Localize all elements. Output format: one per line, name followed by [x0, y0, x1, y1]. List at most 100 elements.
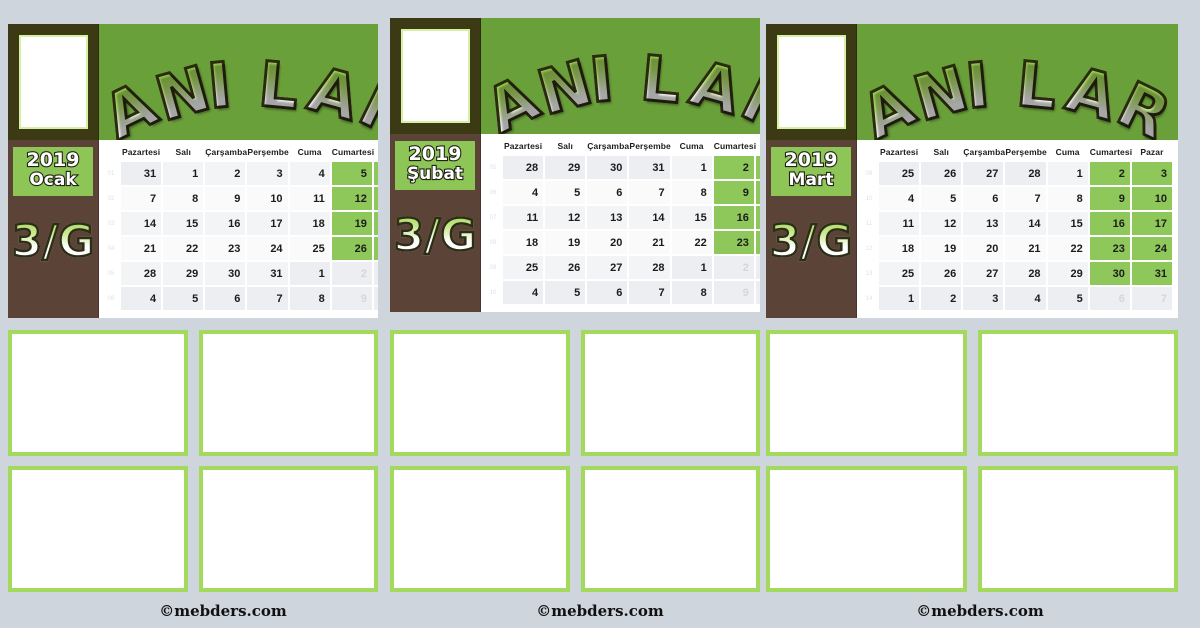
day-cell[interactable]: 6 — [963, 187, 1004, 210]
day-cell[interactable]: 15 — [163, 212, 204, 235]
day-cell[interactable]: 31 — [629, 156, 670, 179]
day-cell[interactable]: 10 — [247, 187, 288, 210]
day-cell[interactable]: 29 — [1047, 262, 1088, 285]
day-cell[interactable]: 22 — [163, 237, 204, 260]
day-cell[interactable]: 12 — [331, 187, 372, 210]
day-cell[interactable]: 7 — [247, 287, 288, 310]
day-cell[interactable]: 1 — [289, 262, 330, 285]
day-cell[interactable]: 3 — [755, 256, 760, 279]
day-cell[interactable]: 6 — [373, 162, 378, 185]
day-cell[interactable]: 26 — [921, 262, 962, 285]
day-cell[interactable]: 14 — [629, 206, 670, 229]
day-cell[interactable]: 10 — [373, 287, 378, 310]
day-cell[interactable]: 7 — [629, 281, 670, 304]
day-cell[interactable]: 3 — [373, 262, 378, 285]
day-cell[interactable]: 29 — [163, 262, 204, 285]
day-cell[interactable]: 4 — [503, 281, 544, 304]
day-cell[interactable]: 4 — [879, 187, 920, 210]
day-cell[interactable]: 30 — [205, 262, 246, 285]
photo-frame[interactable] — [766, 330, 967, 456]
day-cell[interactable]: 25 — [879, 262, 920, 285]
day-cell[interactable]: 2 — [1089, 162, 1130, 185]
day-cell[interactable]: 19 — [545, 231, 586, 254]
day-cell[interactable]: 30 — [1089, 262, 1130, 285]
day-cell[interactable]: 21 — [629, 231, 670, 254]
day-cell[interactable]: 16 — [1089, 212, 1130, 235]
day-cell[interactable]: 3 — [1131, 162, 1172, 185]
day-cell[interactable]: 9 — [331, 287, 372, 310]
day-cell[interactable]: 26 — [545, 256, 586, 279]
day-cell[interactable]: 1 — [879, 287, 920, 310]
day-cell[interactable]: 29 — [545, 156, 586, 179]
day-cell[interactable]: 4 — [289, 162, 330, 185]
day-cell[interactable]: 9 — [713, 281, 754, 304]
day-cell[interactable]: 28 — [121, 262, 162, 285]
day-cell[interactable]: 25 — [289, 237, 330, 260]
day-cell[interactable]: 5 — [545, 181, 586, 204]
day-cell[interactable]: 5 — [331, 162, 372, 185]
photo-frame[interactable] — [8, 466, 188, 592]
day-cell[interactable]: 2 — [713, 156, 754, 179]
day-cell[interactable]: 11 — [289, 187, 330, 210]
day-cell[interactable]: 6 — [587, 281, 628, 304]
day-cell[interactable]: 28 — [503, 156, 544, 179]
day-cell[interactable]: 11 — [879, 212, 920, 235]
day-cell[interactable]: 15 — [1047, 212, 1088, 235]
photo-frame[interactable] — [580, 330, 760, 456]
day-cell[interactable]: 1 — [671, 156, 712, 179]
day-cell[interactable]: 21 — [121, 237, 162, 260]
day-cell[interactable]: 19 — [921, 237, 962, 260]
day-cell[interactable]: 27 — [963, 262, 1004, 285]
header-photo-frame[interactable] — [8, 24, 99, 140]
day-cell[interactable]: 3 — [755, 156, 760, 179]
day-cell[interactable]: 1 — [1047, 162, 1088, 185]
header-photo-frame[interactable] — [390, 18, 481, 134]
day-cell[interactable]: 7 — [1131, 287, 1172, 310]
day-cell[interactable]: 31 — [247, 262, 288, 285]
day-cell[interactable]: 4 — [503, 181, 544, 204]
photo-frame[interactable] — [8, 330, 188, 456]
day-cell[interactable]: 12 — [921, 212, 962, 235]
day-cell[interactable]: 30 — [587, 156, 628, 179]
day-cell[interactable]: 4 — [121, 287, 162, 310]
day-cell[interactable]: 25 — [503, 256, 544, 279]
day-cell[interactable]: 2 — [713, 256, 754, 279]
day-cell[interactable]: 18 — [289, 212, 330, 235]
photo-frame[interactable] — [198, 466, 378, 592]
day-cell[interactable]: 11 — [503, 206, 544, 229]
day-cell[interactable]: 5 — [1047, 287, 1088, 310]
day-cell[interactable]: 28 — [629, 256, 670, 279]
photo-frame[interactable] — [580, 466, 760, 592]
day-cell[interactable]: 13 — [587, 206, 628, 229]
day-cell[interactable]: 23 — [713, 231, 754, 254]
photo-frame[interactable] — [390, 330, 570, 456]
photo-frame[interactable] — [977, 466, 1178, 592]
day-cell[interactable]: 18 — [503, 231, 544, 254]
day-cell[interactable]: 3 — [963, 287, 1004, 310]
day-cell[interactable]: 5 — [921, 187, 962, 210]
day-cell[interactable]: 27 — [587, 256, 628, 279]
day-cell[interactable]: 26 — [921, 162, 962, 185]
day-cell[interactable]: 13 — [373, 187, 378, 210]
day-cell[interactable]: 7 — [121, 187, 162, 210]
day-cell[interactable]: 27 — [373, 237, 378, 260]
day-cell[interactable]: 24 — [247, 237, 288, 260]
header-photo-frame[interactable] — [766, 24, 857, 140]
day-cell[interactable]: 27 — [963, 162, 1004, 185]
day-cell[interactable]: 31 — [1131, 262, 1172, 285]
day-cell[interactable]: 28 — [1005, 162, 1046, 185]
day-cell[interactable]: 5 — [545, 281, 586, 304]
day-cell[interactable]: 3 — [247, 162, 288, 185]
day-cell[interactable]: 9 — [205, 187, 246, 210]
day-cell[interactable]: 8 — [671, 281, 712, 304]
day-cell[interactable]: 10 — [1131, 187, 1172, 210]
day-cell[interactable]: 20 — [587, 231, 628, 254]
day-cell[interactable]: 6 — [1089, 287, 1130, 310]
day-cell[interactable]: 24 — [1131, 237, 1172, 260]
day-cell[interactable]: 2 — [205, 162, 246, 185]
day-cell[interactable]: 9 — [1089, 187, 1130, 210]
day-cell[interactable]: 22 — [1047, 237, 1088, 260]
day-cell[interactable]: 23 — [205, 237, 246, 260]
day-cell[interactable]: 15 — [671, 206, 712, 229]
day-cell[interactable]: 6 — [205, 287, 246, 310]
